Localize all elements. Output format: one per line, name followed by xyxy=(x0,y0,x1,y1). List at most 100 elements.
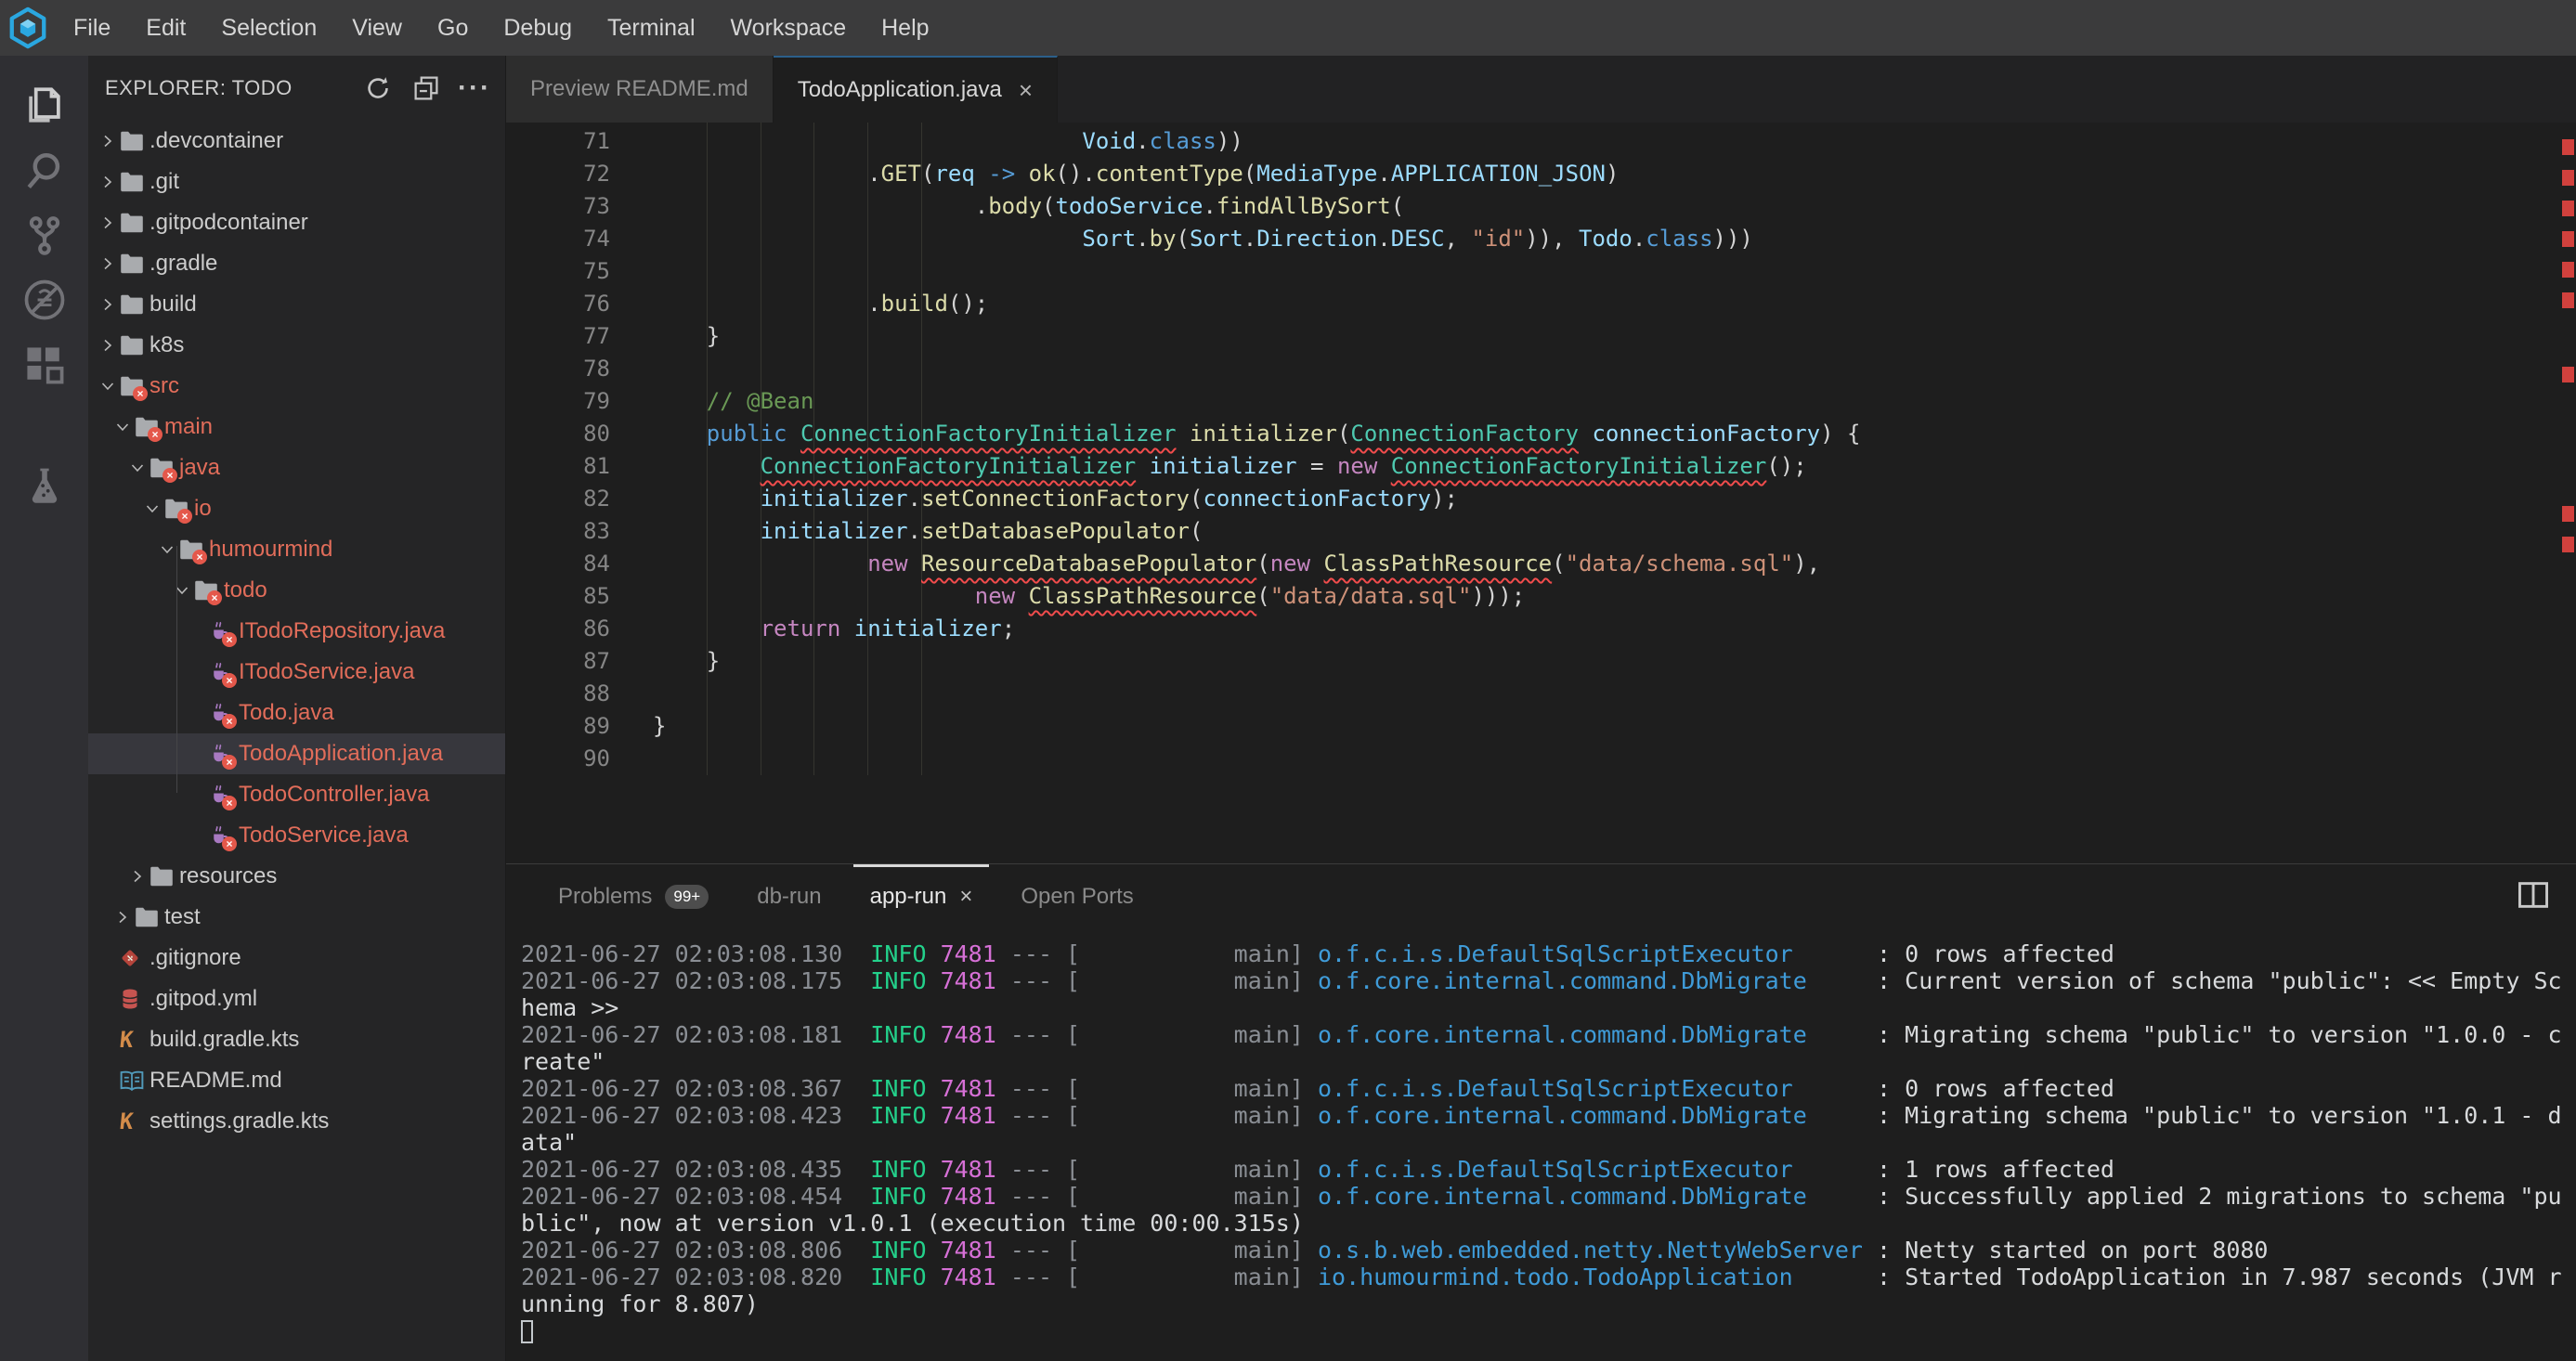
code-line-87: 87 } xyxy=(506,645,2576,678)
activity-search-icon[interactable] xyxy=(0,137,88,202)
folder-icon: × xyxy=(150,458,179,478)
tree-item-label: build xyxy=(150,292,197,318)
panel-tab-label: Problems xyxy=(558,884,652,910)
tree-item-todo[interactable]: ×todo xyxy=(88,570,505,611)
folder-icon xyxy=(120,131,150,151)
terminal-line: unning for 8.807) xyxy=(521,1290,2576,1317)
folder-icon xyxy=(120,213,150,233)
chevron-right-icon[interactable] xyxy=(96,338,120,353)
panel-tab-app-run[interactable]: app-run × xyxy=(846,864,997,929)
tree-item-.devcontainer[interactable]: .devcontainer xyxy=(88,121,505,162)
tree-item-main[interactable]: ×main xyxy=(88,407,505,447)
tree-item-label: Todo.java xyxy=(239,700,334,726)
tree-item-k8s[interactable]: k8s xyxy=(88,325,505,366)
tree-item-.gitignore[interactable]: .gitignore xyxy=(88,938,505,979)
tree-item-label: io xyxy=(194,496,212,522)
chevron-right-icon[interactable] xyxy=(96,175,120,189)
chevron-down-icon[interactable] xyxy=(125,460,150,475)
tree-item-TodoService.java[interactable]: ×TodoService.java xyxy=(88,815,505,856)
tree-item-label: .gitpodcontainer xyxy=(150,210,308,236)
tree-item-io[interactable]: ×io xyxy=(88,488,505,529)
code-line-76: 76 .build(); xyxy=(506,288,2576,320)
chevron-right-icon[interactable] xyxy=(96,297,120,312)
collapse-all-icon[interactable] xyxy=(412,74,440,102)
refresh-icon[interactable] xyxy=(364,74,392,102)
tree-item-ITodoRepository.java[interactable]: ×ITodoRepository.java xyxy=(88,611,505,652)
code-text xyxy=(610,353,653,385)
more-actions-icon[interactable]: ··· xyxy=(461,74,488,102)
activity-debug-icon[interactable] xyxy=(0,267,88,332)
activity-files-icon[interactable] xyxy=(0,72,88,137)
menu-item-file[interactable]: File xyxy=(56,0,128,56)
tree-item-TodoApplication.java[interactable]: ×TodoApplication.java xyxy=(88,733,505,774)
menu-item-view[interactable]: View xyxy=(334,0,420,56)
tree-item-build.gradle.kts[interactable]: Kbuild.gradle.kts xyxy=(88,1019,505,1060)
tree-item-.git[interactable]: .git xyxy=(88,162,505,202)
gitpod-logo-icon[interactable] xyxy=(0,6,56,49)
chevron-right-icon[interactable] xyxy=(125,869,150,884)
tree-item-.gradle[interactable]: .gradle xyxy=(88,243,505,284)
line-number: 81 xyxy=(506,450,610,483)
tree-item-.gitpod.yml[interactable]: .gitpod.yml xyxy=(88,979,505,1019)
code-line-89: 89} xyxy=(506,710,2576,743)
panel-tab-label: app-run xyxy=(870,884,947,910)
activity-source-control-icon[interactable] xyxy=(0,202,88,267)
tree-item-.gitpodcontainer[interactable]: .gitpodcontainer xyxy=(88,202,505,243)
folder-icon: × xyxy=(194,580,224,601)
tree-item-test[interactable]: test xyxy=(88,897,505,938)
menu-item-selection[interactable]: Selection xyxy=(203,0,334,56)
chevron-down-icon[interactable] xyxy=(96,379,120,394)
activity-extensions-icon[interactable] xyxy=(0,332,88,397)
tab-todoapplication-java[interactable]: TodoApplication.java× xyxy=(774,56,1058,123)
menu-item-terminal[interactable]: Terminal xyxy=(590,0,712,56)
activity-test-flask-icon[interactable] xyxy=(0,455,88,520)
panel-tab-label: Open Ports xyxy=(1021,884,1133,910)
panel-tab-db-run[interactable]: db-run xyxy=(733,864,845,929)
folder-icon xyxy=(120,335,150,356)
terminal-line: ata" xyxy=(521,1129,2576,1156)
tab-preview-readme-md[interactable]: Preview README.md xyxy=(506,56,774,123)
tree-item-src[interactable]: ×src xyxy=(88,366,505,407)
chevron-right-icon[interactable] xyxy=(96,256,120,271)
chevron-right-icon[interactable] xyxy=(96,134,120,149)
tree-item-README.md[interactable]: README.md xyxy=(88,1060,505,1101)
menu-item-workspace[interactable]: Workspace xyxy=(713,0,865,56)
chevron-right-icon[interactable] xyxy=(96,215,120,230)
error-badge: × xyxy=(222,755,237,770)
tree-item-ITodoService.java[interactable]: ×ITodoService.java xyxy=(88,652,505,693)
chevron-down-icon[interactable] xyxy=(140,501,164,516)
panel-tab-open-ports[interactable]: Open Ports xyxy=(996,864,1157,929)
tree-item-settings.gradle.kts[interactable]: Ksettings.gradle.kts xyxy=(88,1101,505,1142)
ruler-error-mark xyxy=(2562,292,2574,308)
chevron-right-icon[interactable] xyxy=(111,910,135,925)
chevron-down-icon[interactable] xyxy=(170,583,194,598)
code-text: initializer.setDatabasePopulator( xyxy=(610,515,1203,548)
code-editor[interactable]: 70 .PUT(req -> ok().contentType(MediaTyp… xyxy=(506,123,2576,863)
java-icon: × xyxy=(209,702,239,724)
activity-bar xyxy=(0,56,88,1361)
code-line-71: 71 Void.class)) xyxy=(506,125,2576,158)
close-tab-icon[interactable]: × xyxy=(1019,76,1033,105)
tree-item-humourmind[interactable]: ×humourmind xyxy=(88,529,505,570)
terminal-cursor xyxy=(521,1320,533,1343)
tree-item-TodoController.java[interactable]: ×TodoController.java xyxy=(88,774,505,815)
terminal-output[interactable]: 2021-06-27 02:03:08.130 INFO 7481 --- [ … xyxy=(506,929,2576,1361)
close-panel-tab-icon[interactable]: × xyxy=(959,884,972,910)
tree-item-java[interactable]: ×java xyxy=(88,447,505,488)
menu-item-go[interactable]: Go xyxy=(420,0,486,56)
panel-tab-bar: Problems99+db-run app-run × Open Ports xyxy=(506,864,2576,929)
line-number: 80 xyxy=(506,418,610,450)
menu-item-debug[interactable]: Debug xyxy=(486,0,590,56)
tree-item-Todo.java[interactable]: ×Todo.java xyxy=(88,693,505,733)
tree-item-label: build.gradle.kts xyxy=(150,1027,299,1053)
tree-item-resources[interactable]: resources xyxy=(88,856,505,897)
code-line-75: 75 xyxy=(506,255,2576,288)
chevron-down-icon[interactable] xyxy=(111,420,135,434)
tree-item-build[interactable]: build xyxy=(88,284,505,325)
ide-window: FileEditSelectionViewGoDebugTerminalWork… xyxy=(0,0,2576,1361)
menu-item-help[interactable]: Help xyxy=(864,0,946,56)
menu-item-edit[interactable]: Edit xyxy=(128,0,203,56)
split-panel-icon[interactable] xyxy=(2518,882,2548,913)
panel-tab-problems[interactable]: Problems99+ xyxy=(534,864,733,929)
bottom-panel: Problems99+db-run app-run × Open Ports 2021… xyxy=(506,863,2576,1361)
